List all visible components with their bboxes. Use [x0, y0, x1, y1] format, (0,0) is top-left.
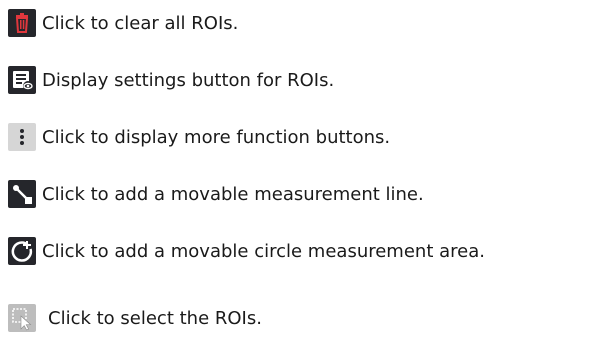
measurement-line-icon — [8, 180, 36, 208]
roi-help-text: Click to add a movable measurement line. — [42, 183, 424, 205]
roi-help-item-measurement-line: Click to add a movable measurement line. — [8, 180, 424, 208]
more-vertical-icon — [8, 123, 36, 151]
roi-help-item-more: Click to display more function buttons. — [8, 123, 390, 151]
roi-help-text: Click to display more function buttons. — [42, 126, 391, 148]
roi-help-item-clear: Click to clear all ROIs. — [8, 9, 238, 37]
roi-help-item-circle-area: Click to add a movable circle measuremen… — [8, 237, 485, 265]
roi-help-text: Click to select the ROIs. — [48, 307, 262, 329]
roi-help-item-select: Click to select the ROIs. — [8, 304, 262, 332]
select-roi-icon — [8, 304, 36, 332]
roi-help-text: Display settings button for ROIs. — [42, 69, 335, 91]
display-settings-icon — [8, 66, 36, 94]
circle-measurement-icon — [8, 237, 36, 265]
roi-help-text: Click to add a movable circle measuremen… — [42, 240, 485, 262]
roi-help-text: Click to clear all ROIs. — [42, 12, 239, 34]
trash-icon — [8, 9, 36, 37]
roi-help-item-display-settings: Display settings button for ROIs. — [8, 66, 334, 94]
